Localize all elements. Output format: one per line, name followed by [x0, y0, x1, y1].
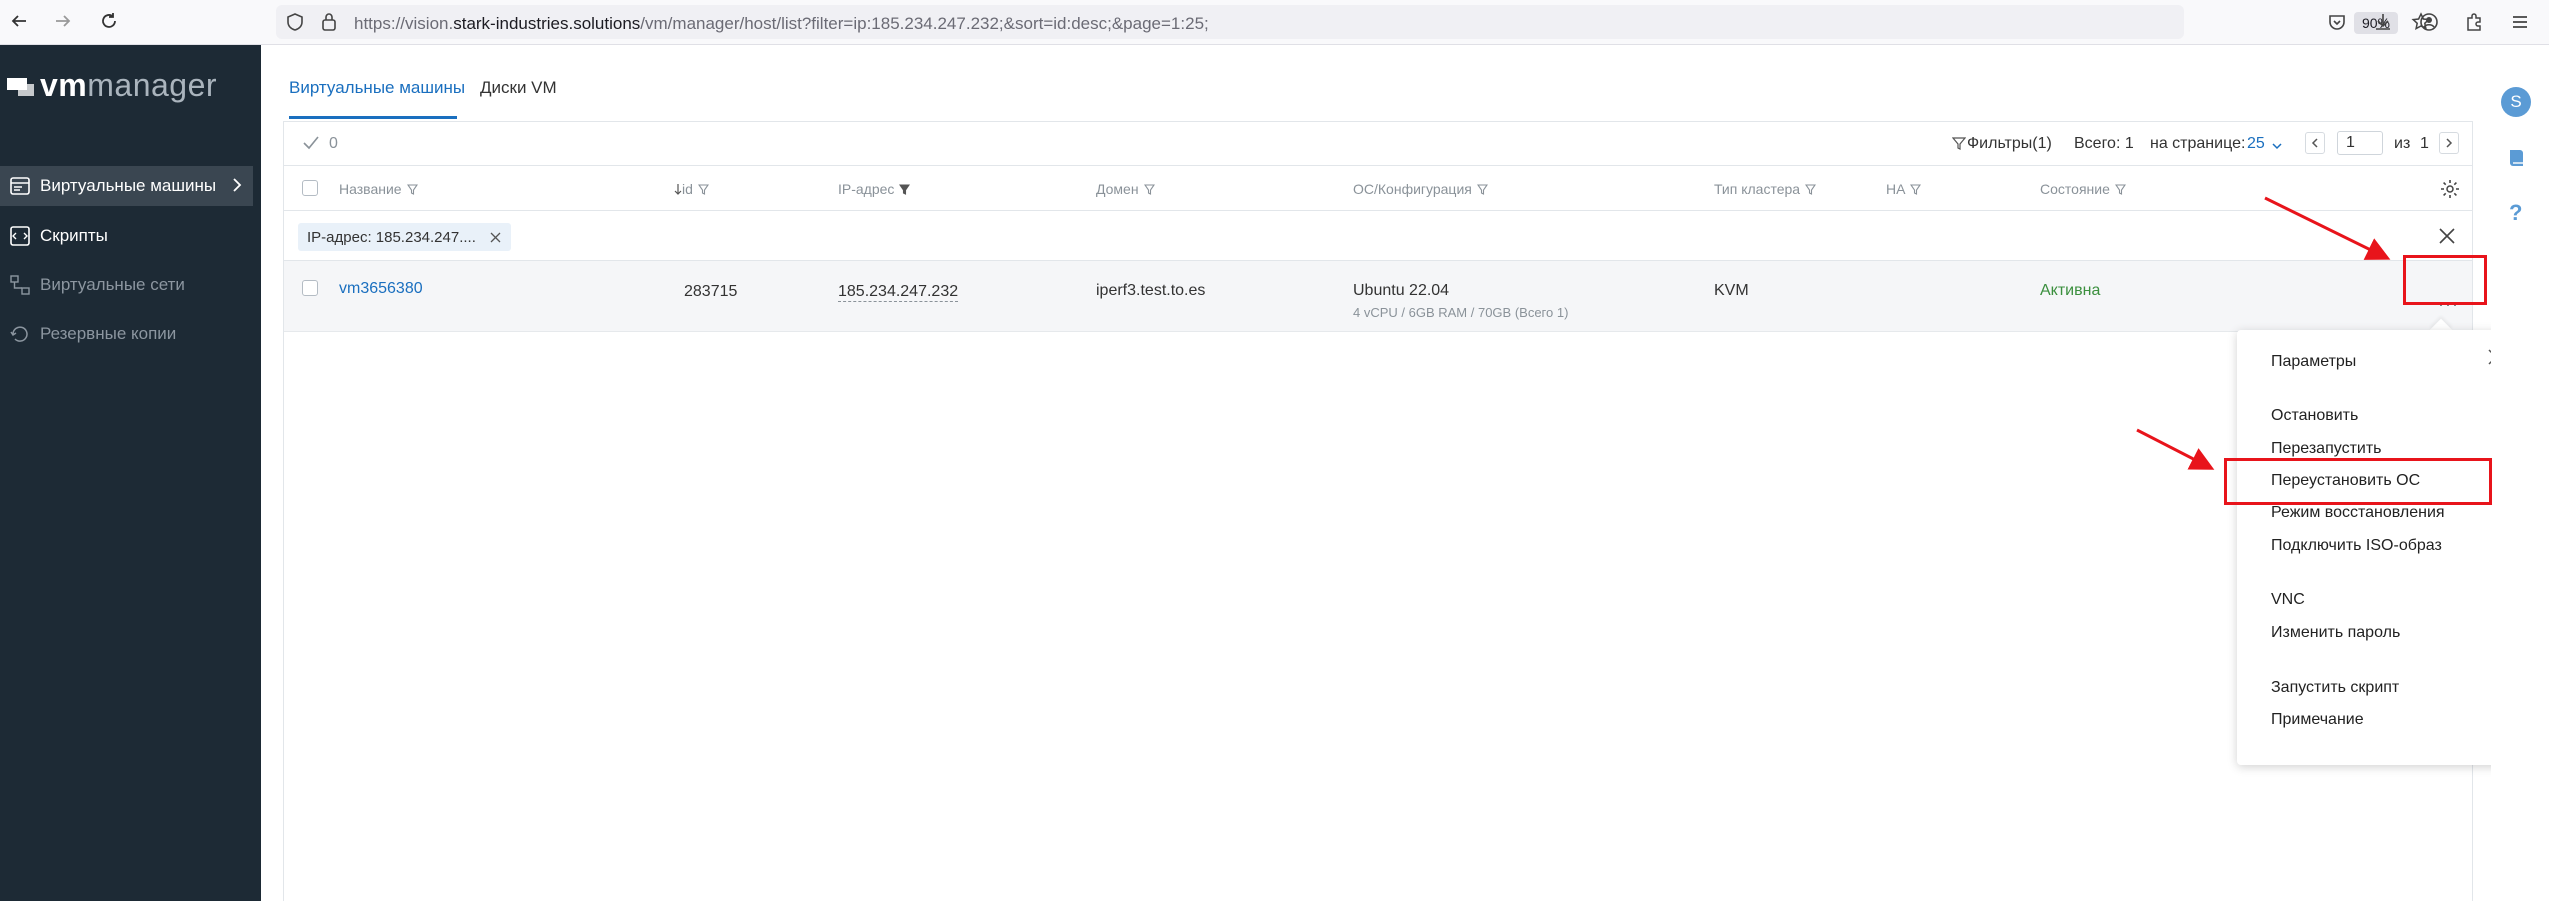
annotation-arrow-reinstall	[2136, 428, 2215, 470]
annotation-arrow-actions	[2264, 196, 2391, 260]
annotation-arrows	[2136, 196, 2391, 470]
